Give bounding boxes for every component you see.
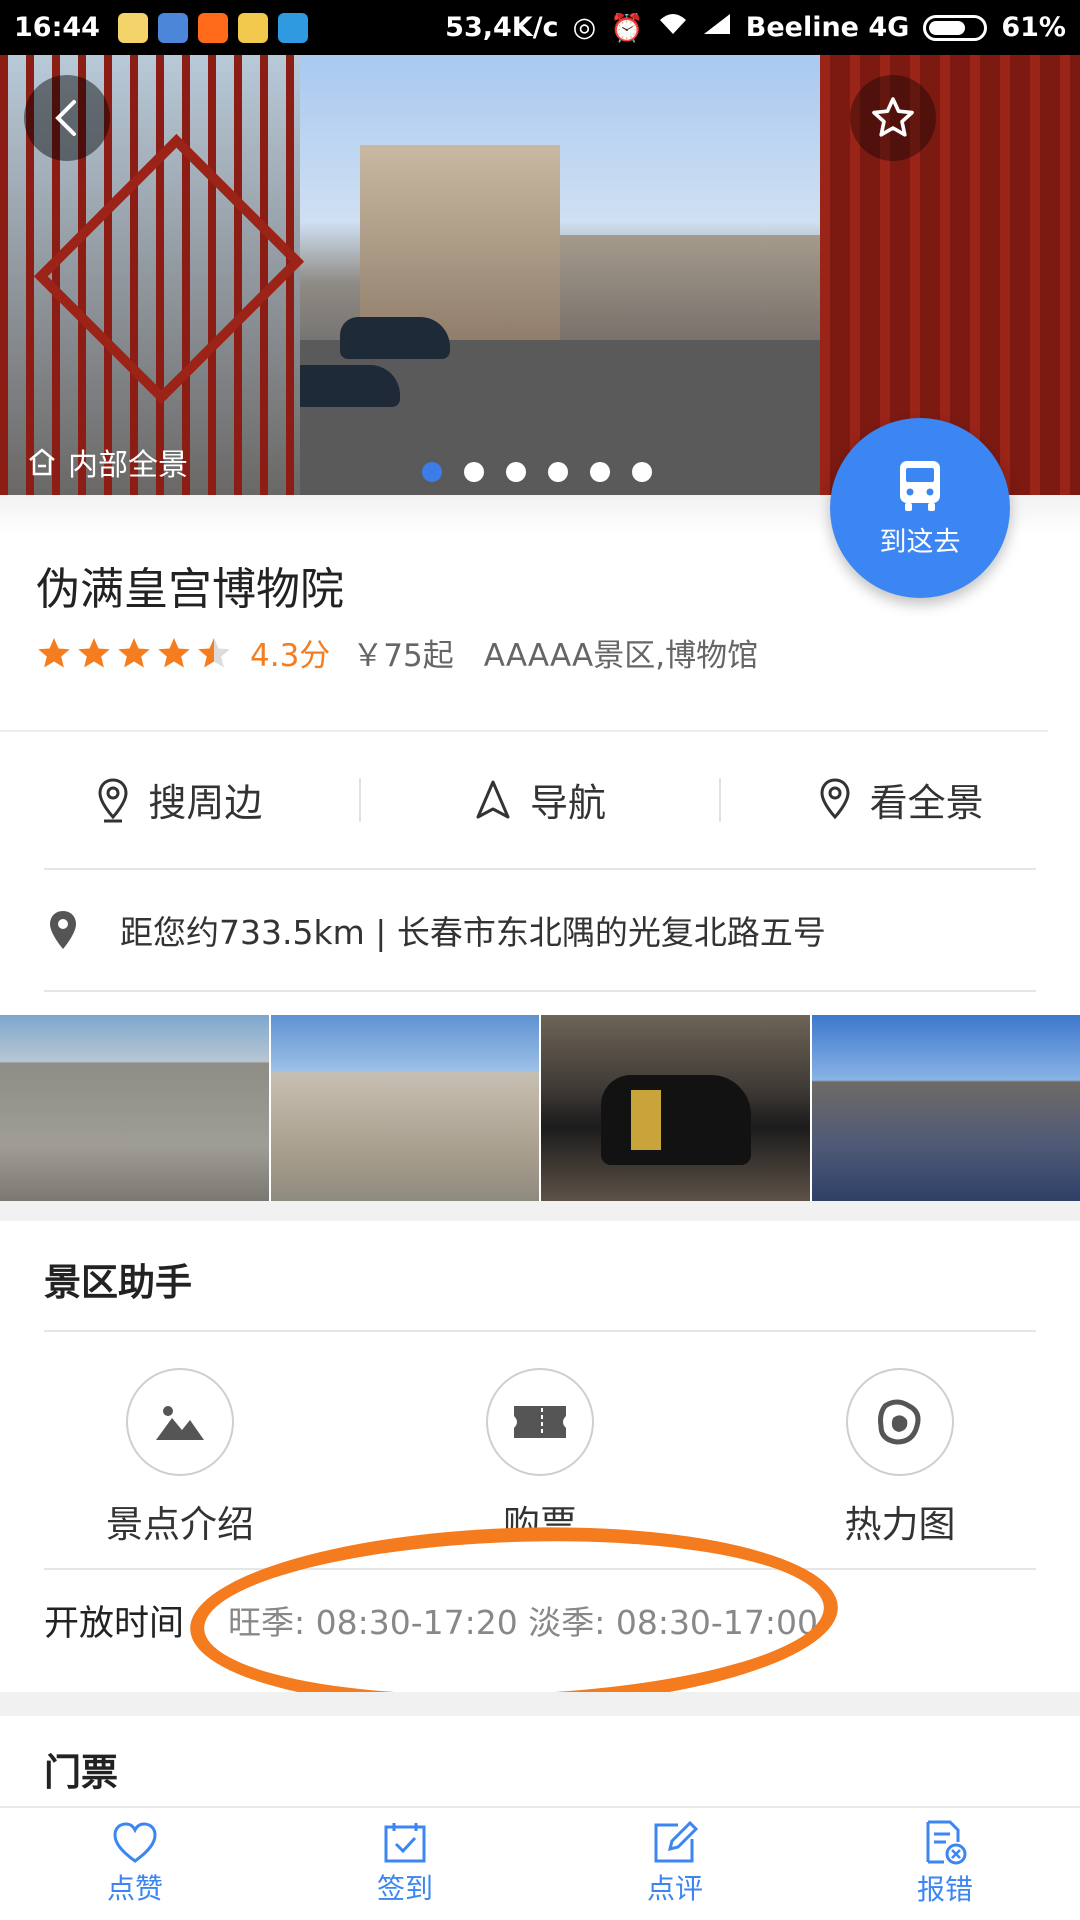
edit-review-icon [654, 1821, 698, 1863]
battery-percent: 61% [1001, 12, 1066, 43]
landscape-icon [156, 1406, 204, 1440]
opening-hours-label: 开放时间 [44, 1603, 185, 1644]
panorama-label: 内部全景 [68, 448, 188, 483]
checkin-calendar-icon [384, 1823, 426, 1863]
photo-thumbnail[interactable] [541, 1015, 810, 1201]
heart-icon [113, 1822, 157, 1863]
like-label: 点赞 [106, 1872, 163, 1905]
heatmap-button[interactable]: 热力图 [720, 1368, 1080, 1548]
star-half-icon [198, 637, 230, 668]
bottom-action-bar: 点赞 签到 点评 报错 [0, 1806, 1080, 1920]
report-error-button[interactable]: 报错 [810, 1808, 1080, 1920]
buy-ticket-button[interactable]: 购票 [360, 1368, 720, 1548]
rating-score: 4.3分 [250, 638, 331, 674]
weather-notification-icon [157, 12, 188, 43]
go-here-label: 到这去 [879, 526, 961, 558]
address-text: 距您约733.5km | 长春市东北隅的光复北路五号 [120, 913, 826, 952]
carousel-dot[interactable] [590, 462, 610, 482]
checkin-button[interactable]: 签到 [270, 1808, 540, 1920]
carousel-dot[interactable] [632, 462, 652, 482]
section-gap [0, 1692, 1080, 1716]
miui-notification-icon [197, 12, 228, 43]
star-full-icon [158, 637, 190, 668]
parked-car [340, 317, 450, 359]
panorama-pin-icon [820, 777, 850, 819]
tool-label: 热力图 [844, 1503, 956, 1546]
search-nearby-button[interactable]: 搜周边 [0, 772, 359, 827]
ticket-icon [514, 1406, 566, 1438]
star-full-icon [78, 637, 110, 668]
carousel-dot[interactable] [506, 462, 526, 482]
signal-icon [702, 12, 732, 43]
divider [44, 990, 1036, 992]
status-bar: 16:44 53,4K/c ◎ ⏰ Beeline 4G 61% [0, 0, 1080, 55]
tickets-title: 门票 [44, 1751, 118, 1794]
search-nearby-label: 搜周边 [148, 781, 263, 825]
wifi-icon [658, 12, 688, 43]
go-here-button[interactable]: 到这去 [830, 418, 1010, 598]
star-full-icon [118, 637, 150, 668]
location-pin-icon [98, 777, 128, 822]
place-meta: 4.3分 ￥75起 AAAAA景区,博物馆 [36, 630, 758, 675]
photo-thumbnail[interactable] [0, 1015, 269, 1201]
navigation-arrow-icon [476, 780, 510, 818]
navigation-label: 导航 [530, 781, 607, 825]
photo-thumbnail[interactable] [270, 1015, 539, 1201]
network-speed: 53,4K/c [445, 12, 559, 43]
report-error-label: 报错 [916, 1873, 973, 1906]
clock: 16:44 [14, 12, 100, 43]
bus-icon [900, 460, 940, 511]
notification-icons [117, 12, 308, 43]
star-outline-icon [872, 97, 914, 137]
hotspot-icon: ◎ [572, 12, 597, 43]
photo-strip [0, 1015, 1080, 1201]
star-full-icon [38, 637, 70, 668]
alarm-icon: ⏰ [610, 12, 644, 44]
carousel-dot[interactable] [464, 462, 484, 482]
checkin-label: 签到 [376, 1872, 433, 1905]
assistant-title: 景区助手 [44, 1261, 192, 1304]
like-button[interactable]: 点赞 [0, 1808, 270, 1920]
interior-panorama-link[interactable]: 内部全景 [26, 440, 188, 484]
map-pin-icon [50, 911, 76, 949]
address-row[interactable]: 距您约733.5km | 长春市东北隅的光复北路五号 [0, 870, 1080, 990]
view-panorama-label: 看全景 [869, 781, 984, 825]
review-label: 点评 [646, 1872, 703, 1905]
tool-icon-circle [846, 1368, 954, 1476]
navigation-button[interactable]: 导航 [361, 772, 720, 827]
palace-side-building [560, 235, 820, 345]
photo-thumbnail[interactable] [811, 1015, 1080, 1201]
battery-icon [923, 14, 988, 41]
attraction-intro-button[interactable]: 景点介绍 [0, 1368, 360, 1548]
maps-notification-icon-2 [237, 12, 268, 43]
carrier-name: Beeline 4G [745, 12, 910, 43]
divider [44, 1330, 1036, 1332]
chevron-left-icon [55, 100, 76, 136]
maps-notification-icon [117, 12, 148, 43]
car-grille [631, 1090, 661, 1150]
section-gap [0, 1201, 1080, 1221]
place-name: 伪满皇宫博物院 [36, 564, 344, 615]
carousel-dots [422, 462, 652, 482]
review-button[interactable]: 点评 [540, 1808, 810, 1920]
carousel-dot[interactable] [422, 462, 442, 482]
heatmap-icon [878, 1399, 921, 1445]
translate-notification-icon [277, 12, 308, 43]
place-tags: AAAAA景区,博物馆 [483, 638, 759, 674]
assistant-tools: 景点介绍 购票 热力图 [0, 1368, 1080, 1548]
report-error-icon [926, 1820, 967, 1865]
action-row: 搜周边 导航 看全景 [0, 732, 1080, 867]
favorite-button[interactable] [850, 75, 936, 161]
back-button[interactable] [24, 75, 110, 161]
tool-icon-circle [126, 1368, 234, 1476]
tool-icon-circle [486, 1368, 594, 1476]
rating-stars [36, 635, 232, 671]
view-panorama-button[interactable]: 看全景 [721, 772, 1080, 827]
carousel-dot[interactable] [548, 462, 568, 482]
vintage-car [601, 1075, 751, 1165]
ticket-price: ￥75起 [352, 638, 454, 674]
tool-label: 景点介绍 [106, 1503, 254, 1546]
status-indicators: 53,4K/c ◎ ⏰ Beeline 4G 61% [445, 12, 1066, 44]
panorama-house-icon [29, 448, 55, 476]
